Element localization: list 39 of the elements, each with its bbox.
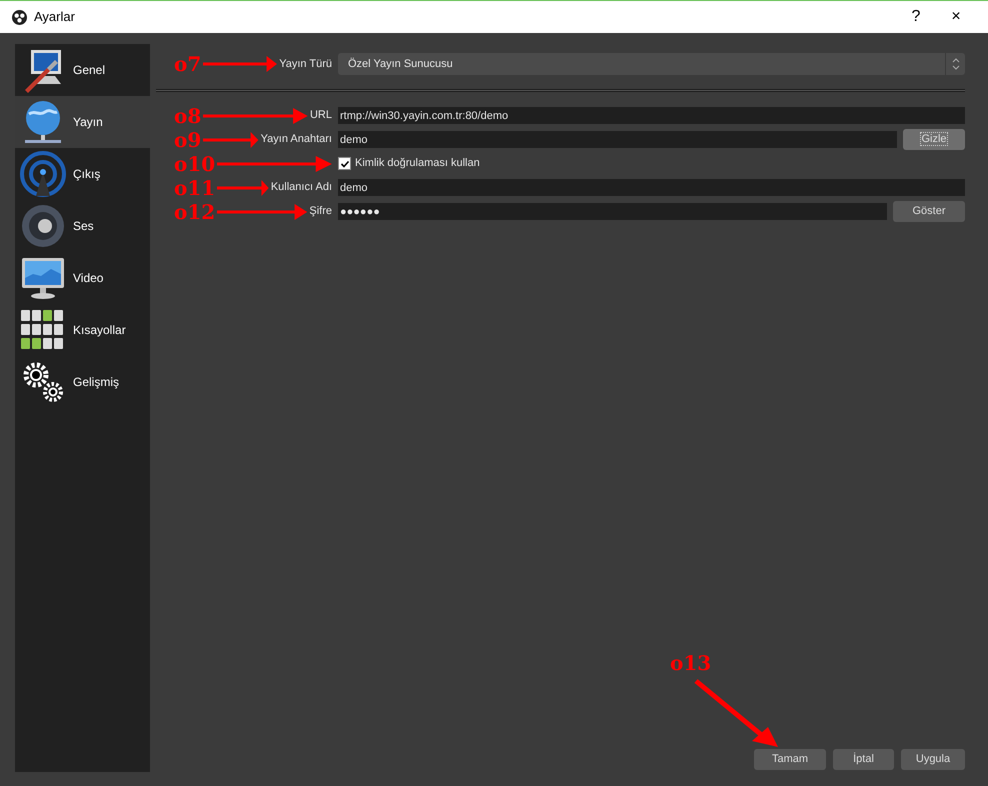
sidebar-item[interactable]: Gelişmiş [15, 356, 150, 408]
checkbox-label: Kimlik doğrulaması kullan [355, 156, 480, 172]
signal-icon [19, 150, 67, 198]
annotation-label: o8 [174, 106, 202, 126]
stream-type-select[interactable]: Özel Yayın Sunucusu [338, 53, 965, 75]
annotation-arrow [203, 132, 259, 148]
annotation-label: o10 [174, 154, 216, 174]
annotation-label: o9 [174, 130, 202, 150]
sidebar-item[interactable]: Genel [15, 44, 150, 96]
field-label: Yayın Anahtarı [260, 132, 332, 148]
close-button[interactable]: × [936, 3, 976, 31]
toggle-button[interactable]: Göster [893, 201, 965, 222]
field-label: URL [310, 108, 332, 124]
input-field[interactable]: demo [338, 131, 897, 148]
sidebar-item[interactable]: Yayın [15, 96, 150, 148]
sidebar-item[interactable]: Kısayollar [15, 304, 150, 356]
dialog-button[interactable]: Uygula [901, 749, 965, 770]
field-label: Yayın Türü [279, 56, 332, 72]
annotation-label: o11 [174, 178, 216, 198]
dialog-button[interactable]: İptal [833, 749, 894, 770]
annotation-arrow [217, 180, 269, 196]
dialog-button[interactable]: Tamam [754, 749, 826, 770]
window-title: Ayarlar [34, 8, 75, 26]
annotation-label: o12 [174, 202, 216, 222]
annotation-label: o13 [670, 653, 712, 673]
input-field[interactable]: demo [338, 179, 965, 196]
input-field[interactable]: rtmp://win30.yayin.com.tr:80/demo [338, 107, 965, 124]
field-label: Şifre [309, 204, 332, 220]
app-logo-icon [12, 10, 27, 24]
annotation-label: o7 [174, 54, 202, 74]
speaker-icon [19, 202, 67, 250]
toggle-button[interactable]: Gizle [903, 129, 965, 150]
input-field[interactable]: ●●●●●● [338, 203, 887, 220]
checkbox[interactable] [338, 157, 351, 170]
sidebar-item[interactable]: Ses [15, 200, 150, 252]
sidebar-item[interactable]: Video [15, 252, 150, 304]
help-button[interactable]: ? [896, 3, 936, 31]
field-label: Kullanıcı Adı [270, 180, 332, 196]
sidebar-item[interactable]: Çıkış [15, 148, 150, 200]
